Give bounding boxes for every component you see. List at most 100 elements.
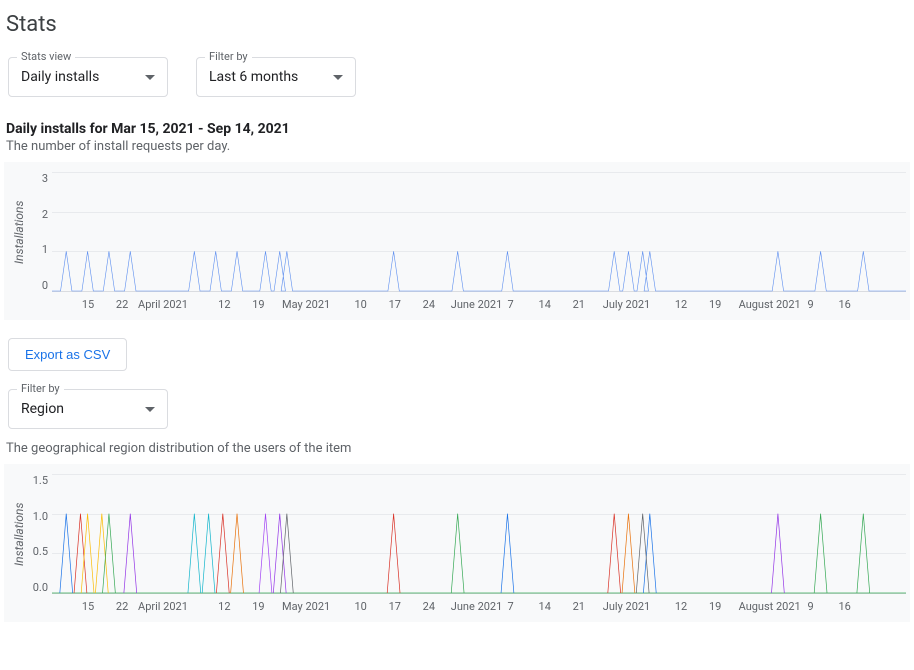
region-series-spike (60, 514, 73, 593)
x-tick: 22 (116, 298, 128, 311)
x-tick: 12 (218, 600, 230, 613)
filter-by-value: Last 6 months (209, 69, 298, 85)
region-controls-row: Filter by Region (8, 389, 910, 429)
x-tick: June 2021 (451, 600, 503, 613)
installs-ylabel: Installations (8, 172, 30, 292)
region-series-spike (280, 514, 293, 593)
x-tick: 15 (82, 600, 94, 613)
region-chart-subtitle: The geographical region distribution of … (6, 441, 910, 456)
export-csv-button[interactable]: Export as CSV (8, 338, 127, 371)
top-controls-row: Stats view Daily installs Filter by Last… (8, 57, 910, 97)
x-tick: 14 (539, 600, 551, 613)
x-tick: July 2021 (603, 298, 650, 311)
x-tick: June 2021 (451, 298, 503, 311)
x-tick: 17 (389, 298, 401, 311)
chevron-down-icon (333, 75, 343, 80)
x-tick: 24 (423, 298, 435, 311)
region-series-spike (216, 514, 229, 593)
x-tick: 10 (354, 600, 366, 613)
region-ylabel: Installations (8, 474, 30, 594)
x-tick: 22 (116, 600, 128, 613)
region-series-spike (231, 514, 244, 593)
region-series-spike (95, 514, 108, 593)
y-tick: 0.5 (30, 545, 48, 558)
x-tick: 19 (252, 600, 264, 613)
region-series-spike (857, 514, 870, 593)
region-chart-section: Installations 1.5 1.0 0.5 0.0 15 22 April 202… (4, 464, 910, 622)
installs-chart-section: Daily installs for Mar 15, 2021 - Sep 14… (4, 121, 910, 320)
x-tick: April 2021 (138, 600, 188, 613)
region-filter-legend: Filter by (17, 382, 64, 395)
region-series-spike (188, 514, 201, 593)
y-tick: 1 (30, 243, 48, 256)
x-tick: April 2021 (138, 298, 188, 311)
installs-chart-title: Daily installs for Mar 15, 2021 - Sep 14… (6, 121, 910, 137)
y-tick: 1.0 (30, 510, 48, 523)
x-tick: 9 (807, 298, 813, 311)
x-tick: 14 (539, 298, 551, 311)
chevron-down-icon (145, 75, 155, 80)
installs-yaxis: 3 2 1 0 (30, 172, 52, 292)
region-xaxis: 1522April 20211219May 2021101724June 202… (88, 600, 906, 614)
x-tick: 7 (508, 298, 514, 311)
y-tick: 3 (30, 172, 48, 185)
x-tick: 16 (838, 600, 850, 613)
region-series-spike (608, 514, 621, 593)
x-tick: 12 (675, 600, 687, 613)
x-tick: 12 (218, 298, 230, 311)
region-yaxis: 1.5 1.0 0.5 0.0 (30, 474, 52, 594)
page-title: Stats (6, 12, 910, 37)
region-series-spike (814, 514, 827, 593)
region-series-spike (636, 514, 649, 593)
region-series-spike (81, 514, 94, 593)
x-tick: July 2021 (603, 600, 650, 613)
region-series-spike (622, 514, 635, 593)
x-tick: 19 (252, 298, 264, 311)
x-tick: 21 (573, 298, 585, 311)
installs-plot-area[interactable] (52, 172, 906, 292)
region-series-spike (387, 514, 400, 593)
x-tick: May 2021 (282, 298, 330, 311)
stats-view-select[interactable]: Stats view Daily installs (8, 57, 168, 97)
filter-by-select[interactable]: Filter by Last 6 months (196, 57, 356, 97)
region-series-spike (103, 514, 116, 593)
installs-chart-subtitle: The number of install requests per day. (6, 139, 910, 154)
installs-chart-frame: Installations 3210 1522April 20211219May… (4, 162, 910, 320)
installs-xaxis: 1522April 20211219May 2021101724June 202… (88, 298, 906, 312)
chevron-down-icon (145, 407, 155, 412)
x-tick: 21 (573, 600, 585, 613)
x-tick: August 2021 (739, 298, 801, 311)
x-tick: 16 (838, 298, 850, 311)
x-tick: 9 (807, 600, 813, 613)
region-series-spike (501, 514, 514, 593)
region-series-spike (643, 514, 656, 593)
x-tick: 17 (389, 600, 401, 613)
region-series-spike (202, 514, 215, 593)
x-tick: 19 (709, 298, 721, 311)
filter-by-legend: Filter by (205, 50, 252, 63)
y-tick: 0.0 (30, 581, 48, 594)
region-series-spike (451, 514, 464, 593)
y-tick: 2 (30, 208, 48, 221)
x-tick: 10 (354, 298, 366, 311)
y-tick: 0 (30, 279, 48, 292)
x-tick: 12 (675, 298, 687, 311)
region-chart-frame: Installations 1.5 1.0 0.5 0.0 15 22 April 202… (4, 464, 910, 622)
x-tick: May 2021 (282, 600, 330, 613)
region-series-spike (273, 514, 286, 593)
region-filter-select[interactable]: Filter by Region (8, 389, 168, 429)
region-series-spike (74, 514, 87, 593)
x-tick: 19 (709, 600, 721, 613)
x-tick: 7 (508, 600, 514, 613)
stats-view-legend: Stats view (17, 50, 75, 63)
region-series-spike (771, 514, 784, 593)
region-series-spike (124, 514, 137, 593)
stats-view-value: Daily installs (21, 69, 99, 85)
x-tick: August 2021 (739, 600, 801, 613)
region-plot-area[interactable] (52, 474, 906, 594)
x-tick: 24 (423, 600, 435, 613)
y-tick: 1.5 (30, 474, 48, 487)
region-series-spike (259, 514, 272, 593)
region-filter-value: Region (21, 401, 64, 417)
x-tick: 15 (82, 298, 94, 311)
